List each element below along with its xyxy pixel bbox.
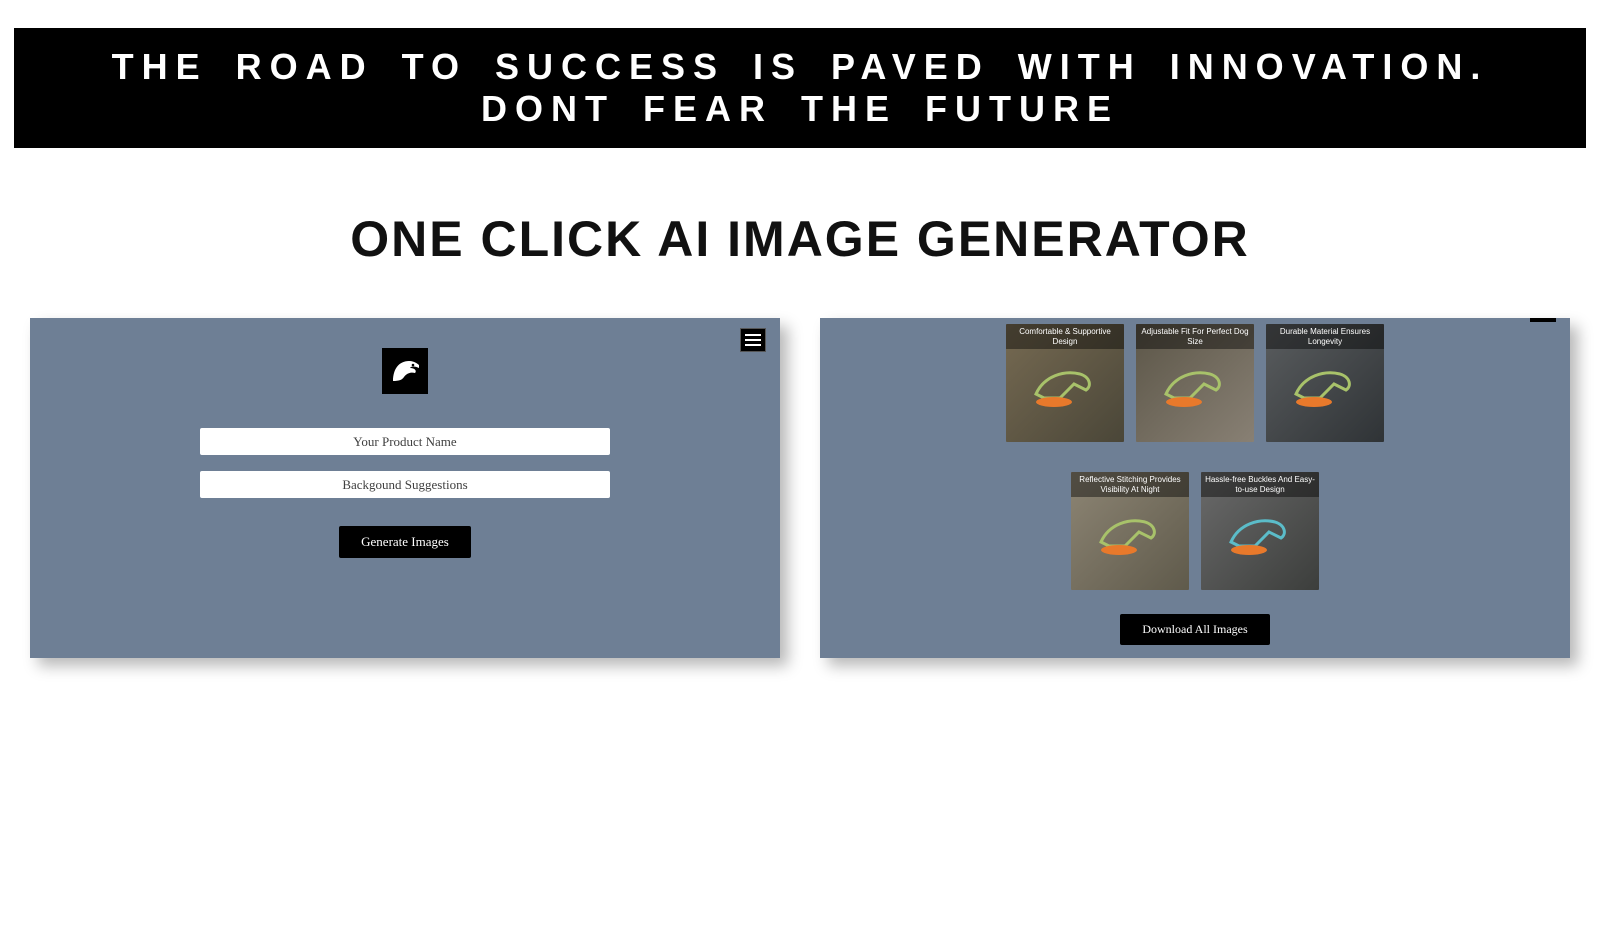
- top-banner: THE ROAD TO SUCCESS IS PAVED WITH INNOVA…: [14, 28, 1586, 148]
- eagle-logo-icon: [382, 348, 428, 394]
- result-card[interactable]: Durable Material Ensures Longevity: [1266, 324, 1384, 442]
- background-suggestions-input[interactable]: [200, 471, 610, 498]
- card-caption: Durable Material Ensures Longevity: [1266, 324, 1384, 349]
- harness-icon: [1030, 364, 1102, 414]
- results-row-2: Reflective Stitching Provides Visibility…: [1071, 472, 1319, 590]
- product-name-input[interactable]: [200, 428, 610, 455]
- card-caption: Comfortable & Supportive Design: [1006, 324, 1124, 349]
- download-all-images-button[interactable]: Download All Images: [1120, 614, 1269, 645]
- result-card[interactable]: Reflective Stitching Provides Visibility…: [1071, 472, 1189, 590]
- harness-icon: [1160, 364, 1232, 414]
- panels-container: Generate Images Comfortable & Supportive…: [30, 318, 1570, 658]
- left-panel-content: Generate Images: [30, 318, 780, 558]
- card-caption: Adjustable Fit For Perfect Dog Size: [1136, 324, 1254, 349]
- result-card[interactable]: Hassle-free Buckles And Easy-to-use Desi…: [1201, 472, 1319, 590]
- result-card[interactable]: Adjustable Fit For Perfect Dog Size: [1136, 324, 1254, 442]
- result-card[interactable]: Comfortable & Supportive Design: [1006, 324, 1124, 442]
- right-panel-content: Comfortable & Supportive Design Adjustab…: [820, 318, 1570, 645]
- generate-images-button[interactable]: Generate Images: [339, 526, 471, 558]
- page-title: ONE CLICK AI IMAGE GENERATOR: [0, 210, 1600, 268]
- harness-icon: [1095, 512, 1167, 562]
- left-panel: Generate Images: [30, 318, 780, 658]
- hamburger-menu-partial-icon[interactable]: [1530, 318, 1556, 322]
- card-caption: Hassle-free Buckles And Easy-to-use Desi…: [1201, 472, 1319, 497]
- hamburger-menu-icon[interactable]: [740, 328, 766, 352]
- card-caption: Reflective Stitching Provides Visibility…: [1071, 472, 1189, 497]
- right-panel: Comfortable & Supportive Design Adjustab…: [820, 318, 1570, 658]
- harness-icon: [1225, 512, 1297, 562]
- harness-icon: [1290, 364, 1362, 414]
- results-row-1: Comfortable & Supportive Design Adjustab…: [1006, 324, 1384, 442]
